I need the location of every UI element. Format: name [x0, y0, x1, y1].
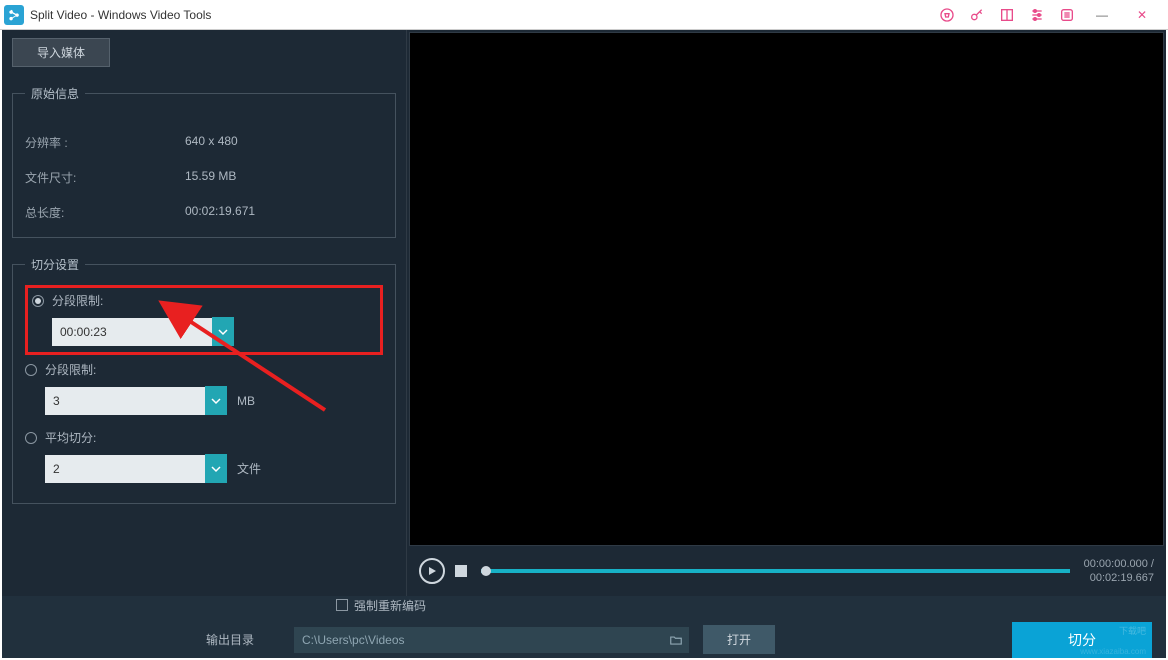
opt1-label: 分段限制: — [52, 292, 103, 309]
app-icon — [4, 5, 24, 25]
layout-icon[interactable] — [998, 6, 1016, 24]
time-display: 00:00:00.000 / 00:02:19.667 — [1084, 557, 1154, 586]
output-dir-input[interactable] — [294, 627, 664, 653]
filesize-value: 15.59 MB — [185, 169, 236, 186]
radio-average-split[interactable] — [25, 432, 37, 444]
menu-icon[interactable] — [1058, 6, 1076, 24]
resolution-value: 640 x 480 — [185, 134, 238, 151]
duration-value: 00:02:19.671 — [185, 204, 255, 221]
stop-button[interactable] — [455, 565, 467, 577]
window-title: Split Video - Windows Video Tools — [30, 8, 938, 22]
radio-time-limit[interactable] — [32, 295, 44, 307]
duration-label: 总长度: — [25, 204, 185, 221]
time-limit-dropdown[interactable] — [212, 317, 234, 346]
time-limit-input[interactable] — [52, 318, 212, 346]
size-unit: MB — [237, 394, 255, 408]
progress-slider[interactable] — [481, 569, 1070, 573]
sliders-icon[interactable] — [1028, 6, 1046, 24]
annotation-highlight: 分段限制: — [25, 285, 383, 355]
size-limit-dropdown[interactable] — [205, 386, 227, 415]
filesize-label: 文件尺寸: — [25, 169, 185, 186]
progress-thumb[interactable] — [481, 566, 491, 576]
key-icon[interactable] — [968, 6, 986, 24]
force-reencode-checkbox[interactable] — [336, 599, 348, 611]
average-split-dropdown[interactable] — [205, 454, 227, 483]
output-dir-label: 输出目录 — [206, 631, 254, 648]
opt2-label: 分段限制: — [45, 361, 96, 378]
video-preview — [409, 32, 1164, 546]
play-button[interactable] — [419, 558, 445, 584]
split-settings-group: 切分设置 分段限制: 分段限制: — [12, 256, 396, 504]
force-reencode-label: 强制重新编码 — [354, 597, 426, 614]
resolution-label: 分辨率 : — [25, 134, 185, 151]
radio-size-limit[interactable] — [25, 364, 37, 376]
watermark-url: www.xiazaiba.com — [1080, 647, 1146, 656]
cart-icon[interactable] — [938, 6, 956, 24]
close-button[interactable]: ✕ — [1128, 5, 1156, 25]
average-unit: 文件 — [237, 460, 261, 477]
size-limit-input[interactable] — [45, 387, 205, 415]
split-button[interactable]: 切分 下载吧 www.xiazaiba.com — [1012, 622, 1152, 658]
split-settings-legend: 切分设置 — [25, 256, 85, 273]
original-info-group: 原始信息 分辨率 : 640 x 480 文件尺寸: 15.59 MB 总长度:… — [12, 85, 396, 238]
open-button[interactable]: 打开 — [703, 625, 775, 654]
import-media-button[interactable]: 导入媒体 — [12, 38, 110, 67]
watermark-icon: 下载吧 — [1119, 624, 1146, 637]
minimize-button[interactable]: — — [1088, 5, 1116, 25]
original-info-legend: 原始信息 — [25, 85, 85, 102]
opt3-label: 平均切分: — [45, 429, 96, 446]
split-button-label: 切分 — [1068, 632, 1096, 648]
average-split-input[interactable] — [45, 455, 205, 483]
browse-folder-button[interactable] — [663, 627, 689, 653]
